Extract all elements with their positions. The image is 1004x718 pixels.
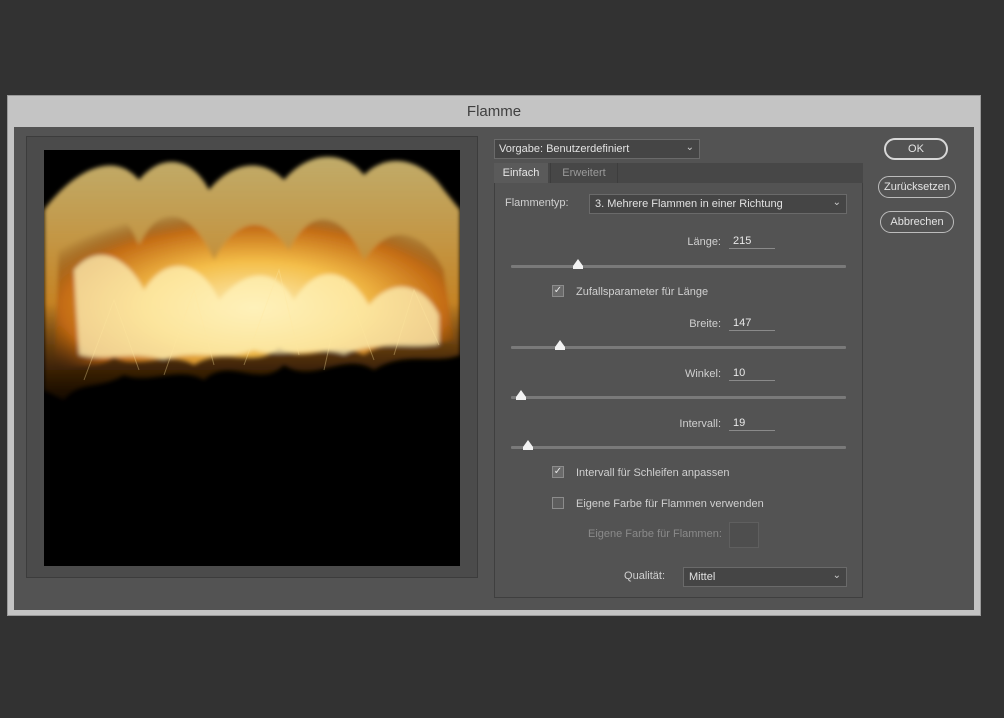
chevron-down-icon: ⌄ xyxy=(832,570,841,581)
angle-label: Winkel: xyxy=(684,368,721,380)
custom-color-swatch-label: Eigene Farbe für Flammen: xyxy=(588,528,722,540)
width-slider-thumb[interactable] xyxy=(554,340,565,350)
angle-input[interactable]: 10 xyxy=(729,365,775,381)
dialog-body: Vorgabe: Benutzerdefiniert ⌄ Einfach Erw… xyxy=(14,127,974,610)
width-slider[interactable] xyxy=(511,340,846,350)
custom-color-checkbox[interactable] xyxy=(552,497,564,509)
flame-type-value: 3. Mehrere Flammen in einer Richtung xyxy=(595,198,783,210)
reset-button[interactable]: Zurücksetzen xyxy=(878,176,956,198)
interval-slider[interactable] xyxy=(511,440,846,450)
random-length-label: Zufallsparameter für Länge xyxy=(576,286,709,298)
cancel-button[interactable]: Abbrechen xyxy=(880,211,954,233)
flame-dialog: Flamme Vorgabe: Benutzerdefiniert ⌄ Einf… xyxy=(7,95,981,616)
angle-slider[interactable] xyxy=(511,390,846,400)
loop-interval-checkbox[interactable]: ✓ xyxy=(552,466,564,478)
interval-slider-thumb[interactable] xyxy=(522,440,533,450)
flame-preview[interactable] xyxy=(44,150,460,566)
angle-slider-thumb[interactable] xyxy=(516,390,527,400)
tab-strip: Einfach Erweitert xyxy=(494,163,863,183)
random-length-checkbox[interactable]: ✓ xyxy=(552,285,564,297)
length-label: Länge: xyxy=(687,236,721,248)
dialog-title: Flamme xyxy=(466,103,522,120)
width-label: Breite: xyxy=(689,318,721,330)
length-slider-thumb[interactable] xyxy=(573,259,583,269)
loop-interval-label: Intervall für Schleifen anpassen xyxy=(576,467,730,479)
settings-panel: Flammentyp: 3. Mehrere Flammen in einer … xyxy=(494,183,863,598)
quality-label: Qualität: xyxy=(624,570,665,582)
quality-value: Mittel xyxy=(689,571,716,583)
tab-einfach[interactable]: Einfach xyxy=(494,163,548,183)
flame-type-dropdown[interactable]: 3. Mehrere Flammen in einer Richtung ⌄ xyxy=(589,194,847,214)
preset-dropdown[interactable]: Vorgabe: Benutzerdefiniert ⌄ xyxy=(494,139,700,159)
flame-preview-image xyxy=(44,156,460,400)
tab-erweitert[interactable]: Erweitert xyxy=(550,163,618,183)
interval-label: Intervall: xyxy=(679,418,721,430)
custom-color-swatch[interactable] xyxy=(729,522,759,548)
preview-frame xyxy=(26,136,478,578)
length-input[interactable]: 215 xyxy=(729,233,775,249)
width-input[interactable]: 147 xyxy=(729,315,775,331)
flame-type-label: Flammentyp: xyxy=(505,197,569,209)
chevron-down-icon: ⌄ xyxy=(685,142,694,153)
chevron-down-icon: ⌄ xyxy=(832,197,841,208)
ok-button[interactable]: OK xyxy=(884,138,948,160)
interval-input[interactable]: 19 xyxy=(729,415,775,431)
length-slider[interactable] xyxy=(511,259,846,269)
quality-dropdown[interactable]: Mittel ⌄ xyxy=(683,567,847,587)
preset-label: Vorgabe: Benutzerdefiniert xyxy=(499,143,630,155)
custom-color-label: Eigene Farbe für Flammen verwenden xyxy=(576,498,764,510)
